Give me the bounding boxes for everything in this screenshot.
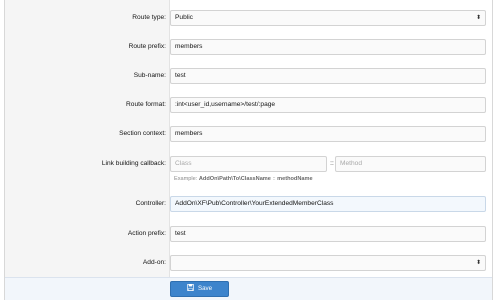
form-footer: Save — [5, 277, 492, 300]
callback-example-hint: Example: AddOn\Path\To\ClassName :: meth… — [174, 176, 313, 182]
add-on-select[interactable]: ⬍ — [170, 255, 486, 271]
action-prefix-input[interactable]: test — [170, 226, 486, 242]
link-building-callback-label: Link building callback: — [101, 160, 166, 167]
sub-name-label: Sub-name: — [133, 72, 166, 79]
callback-method-input[interactable]: Method — [335, 156, 486, 172]
route-prefix-label: Route prefix: — [128, 43, 166, 50]
add-on-label: Add-on: — [142, 259, 166, 266]
route-prefix-input[interactable]: members — [170, 39, 486, 55]
route-type-value: Public — [175, 14, 193, 21]
callback-class-input[interactable]: Class — [170, 156, 327, 172]
save-button[interactable]: Save — [170, 281, 229, 297]
route-format-label: Route format: — [126, 101, 166, 108]
example-separator: :: — [272, 176, 276, 182]
route-type-label: Route type: — [132, 14, 166, 21]
example-prefix: Example: — [174, 176, 198, 182]
section-context-label: Section context: — [119, 130, 166, 137]
route-format-input[interactable]: :int<user_id,username>/test/:page — [170, 97, 486, 113]
action-prefix-label: Action prefix: — [127, 230, 166, 237]
section-context-input[interactable]: members — [170, 126, 486, 142]
callback-method-placeholder: Method — [340, 160, 362, 167]
select-arrows-icon: ⬍ — [475, 260, 481, 266]
save-icon — [186, 284, 194, 291]
save-label: Save — [197, 285, 213, 292]
route-type-select[interactable]: Public ⬍ — [170, 10, 486, 26]
sub-name-input[interactable]: test — [170, 68, 486, 84]
example-method: methodName — [277, 176, 313, 182]
controller-label: Controller: — [135, 200, 166, 207]
controller-input[interactable]: AddOn\XF\Pub\Controller\YourExtendedMemb… — [170, 196, 486, 212]
select-arrows-icon: ⬍ — [475, 15, 481, 21]
callback-class-placeholder: Class — [175, 160, 192, 167]
example-class: AddOn\Path\To\ClassName — [198, 176, 271, 182]
route-edit-form: Route type: Public ⬍ Route prefix: membe… — [4, 0, 493, 300]
